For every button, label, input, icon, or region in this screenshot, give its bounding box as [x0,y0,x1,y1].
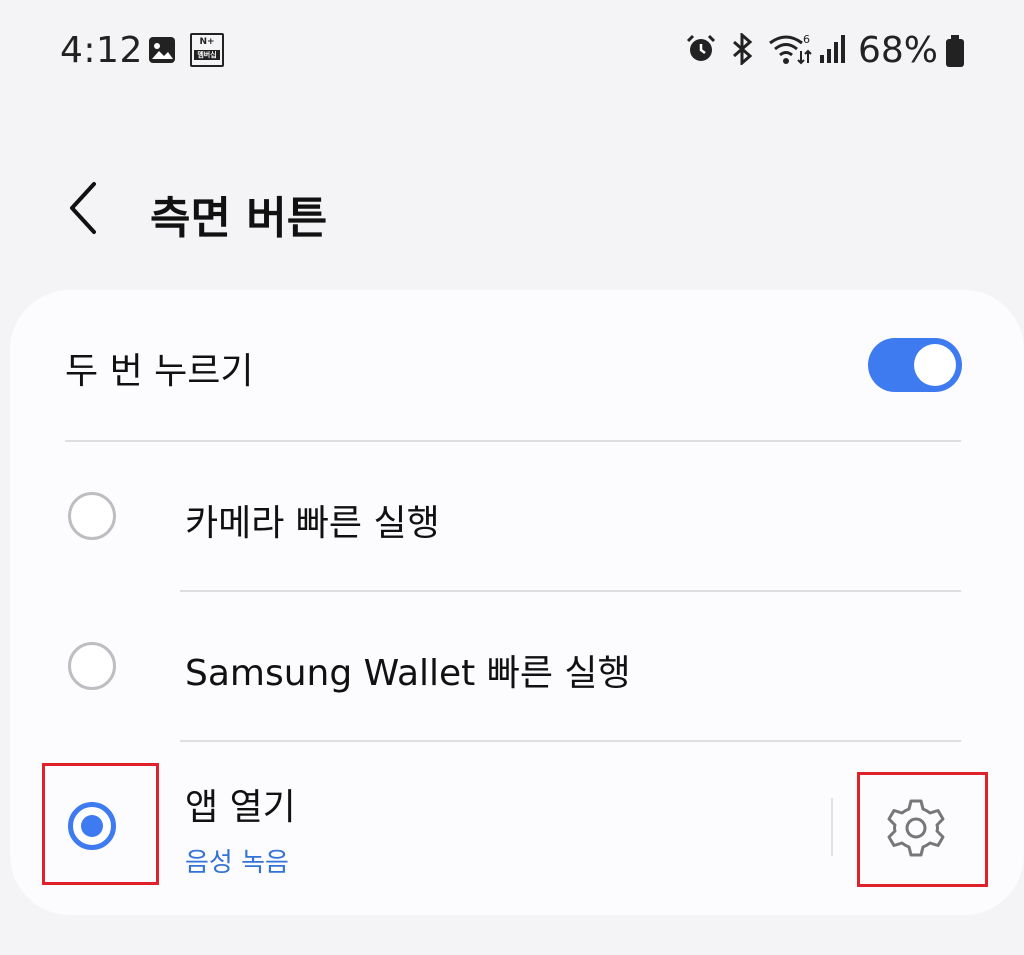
page-title: 측면 버튼 [150,193,328,244]
radio-camera-quick-launch[interactable] [68,492,116,540]
bluetooth-icon [733,33,753,65]
toggle-knob [914,344,956,386]
option-label: 카메라 빠른 실행 [185,503,440,544]
option-samsung-wallet-quick-launch[interactable]: Samsung Wallet 빠른 실행 [10,592,1024,740]
double-press-toggle[interactable] [868,338,962,392]
alarm-icon [686,34,716,61]
settings-card: 두 번 누르기 카메라 빠른 실행 Samsung Wallet 빠른 실행 앱… [10,290,1024,915]
gallery-icon [149,37,175,63]
vertical-divider [831,798,833,856]
signal-icon [820,35,845,63]
svg-text:6: 6 [803,33,810,46]
status-bar: 4:12 N+ 멤버십 6 68% [0,0,1024,100]
battery-icon [946,35,964,67]
chevron-left-icon [70,182,96,234]
wifi-icon: 6 [769,33,812,65]
option-camera-quick-launch[interactable]: 카메라 빠른 실행 [10,442,1024,590]
option-label: Samsung Wallet 빠른 실행 [185,653,631,694]
header: 측면 버튼 [0,150,1024,260]
naver-plus-membership-icon: N+ 멤버십 [190,33,224,67]
option-label: 앱 열기 [185,787,296,828]
battery-percent: 68% [858,30,939,71]
open-app-settings-button[interactable] [883,795,949,861]
double-press-label: 두 번 누르기 [65,351,254,392]
double-press-row[interactable]: 두 번 누르기 [10,290,1024,440]
radio-open-app[interactable] [68,802,116,850]
selected-app-sublabel: 음성 녹음 [185,848,289,878]
back-button[interactable] [60,178,110,238]
radio-dot [81,815,103,837]
option-open-app[interactable]: 앱 열기 [10,742,1024,915]
radio-samsung-wallet-quick-launch[interactable] [68,642,116,690]
status-time: 4:12 [60,30,143,71]
gear-icon [887,799,945,857]
